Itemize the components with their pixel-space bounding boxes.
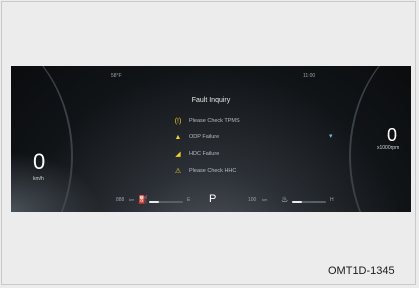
fuel-pump-icon: ⛽ bbox=[138, 195, 148, 204]
right-dial-arc bbox=[349, 66, 411, 212]
range-unit: km bbox=[129, 197, 135, 202]
indicator-icon: ▾ bbox=[329, 133, 333, 140]
range-value: 888 bbox=[116, 197, 125, 203]
trip-value: 100 bbox=[248, 197, 257, 203]
fuel-gauge bbox=[149, 201, 183, 203]
warning-icon: ⚠ bbox=[174, 168, 182, 175]
hdc-icon: ◢ bbox=[175, 151, 181, 158]
gear-indicator: P bbox=[209, 193, 217, 205]
temp-hot-label: H bbox=[330, 197, 334, 203]
speed-value: 0 bbox=[33, 149, 46, 174]
instrument-cluster-display: 58°F 11:00 Fault Inquiry (!) Please Chec… bbox=[11, 66, 411, 212]
fault-label: Please Check TPMS bbox=[189, 118, 240, 124]
fault-inquiry-title: Fault Inquiry bbox=[191, 97, 231, 104]
fault-item-hhc: ⚠ Please Check HHC bbox=[174, 166, 237, 176]
rpm-value: 0 bbox=[387, 125, 398, 145]
figure-caption: OMT1D-1345 bbox=[328, 265, 395, 277]
coolant-temp-icon: ♨ bbox=[281, 195, 289, 204]
fault-item-odp: ▲ ODP Failure bbox=[174, 132, 220, 142]
trip-unit: km bbox=[262, 197, 268, 202]
rpm-unit: x1000rpm bbox=[377, 145, 400, 151]
fuel-empty-label: E bbox=[187, 197, 191, 203]
fault-item-hdc: ◢ HDC Failure bbox=[174, 149, 219, 159]
fuel-gauge-fill bbox=[149, 201, 160, 203]
clock-time: 11:00 bbox=[303, 73, 316, 79]
odp-icon: ▲ bbox=[174, 133, 182, 141]
speed-unit: km/h bbox=[33, 176, 44, 182]
temp-gauge-fill bbox=[292, 201, 303, 203]
temp-gauge bbox=[292, 201, 326, 203]
fault-label: ODP Failure bbox=[189, 134, 220, 140]
bottom-status-bar: 888 km ⛽ E P 100 km ♨ H bbox=[11, 193, 411, 208]
screenshot-frame: 58°F 11:00 Fault Inquiry (!) Please Chec… bbox=[1, 1, 416, 285]
tpms-icon: (!) bbox=[174, 117, 182, 125]
fault-item-tpms: (!) Please Check TPMS bbox=[174, 116, 240, 126]
fault-label: Please Check HHC bbox=[189, 168, 237, 174]
fault-label: HDC Failure bbox=[189, 151, 220, 157]
outside-temperature: 58°F bbox=[111, 73, 122, 79]
